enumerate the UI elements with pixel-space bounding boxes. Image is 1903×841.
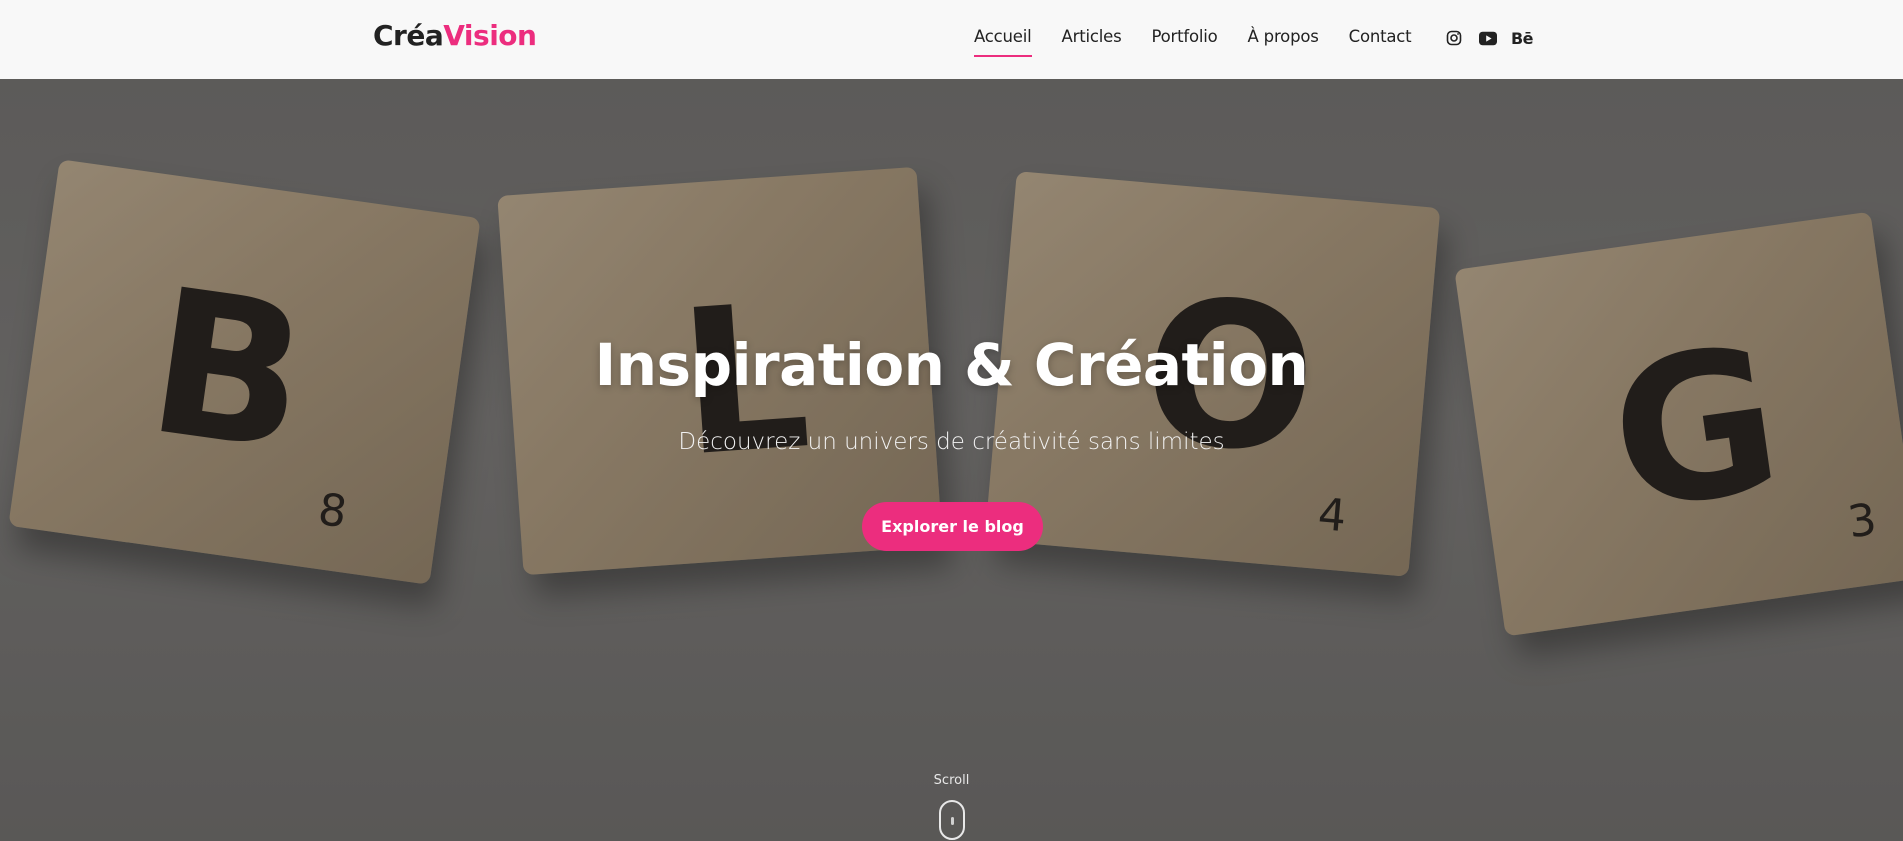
site-header: CréaVision Accueil Articles Portfolio À … [0,0,1903,79]
nav-item-a-propos[interactable]: À propos [1248,27,1319,54]
hero-title: Inspiration & Création [594,331,1309,399]
hero-subtitle: Découvrez un univers de créativité sans … [678,429,1225,455]
main-nav: Accueil Articles Portfolio À propos Cont… [974,27,1441,57]
social-links: Bē [1445,29,1534,48]
brand-logo[interactable]: CréaVision [373,19,537,52]
instagram-icon[interactable] [1445,29,1463,47]
scroll-label: Scroll [933,773,970,788]
brand-accent: Vision [443,19,537,52]
behance-icon[interactable]: Bē [1511,29,1534,48]
hero-overlay [0,79,1903,841]
scroll-wheel-indicator [951,817,954,825]
nav-item-accueil[interactable]: Accueil [974,27,1032,57]
brand-prefix: Créa [373,19,444,52]
youtube-icon[interactable] [1479,29,1497,47]
scroll-mouse-icon[interactable] [939,800,965,840]
nav-item-articles[interactable]: Articles [1062,27,1122,54]
explore-blog-button[interactable]: Explorer le blog [862,502,1043,551]
nav-item-portfolio[interactable]: Portfolio [1151,27,1217,54]
hero-section: B 8 L O 4 G 3 Inspiration & Création Déc… [0,79,1903,841]
nav-item-contact[interactable]: Contact [1349,27,1412,54]
